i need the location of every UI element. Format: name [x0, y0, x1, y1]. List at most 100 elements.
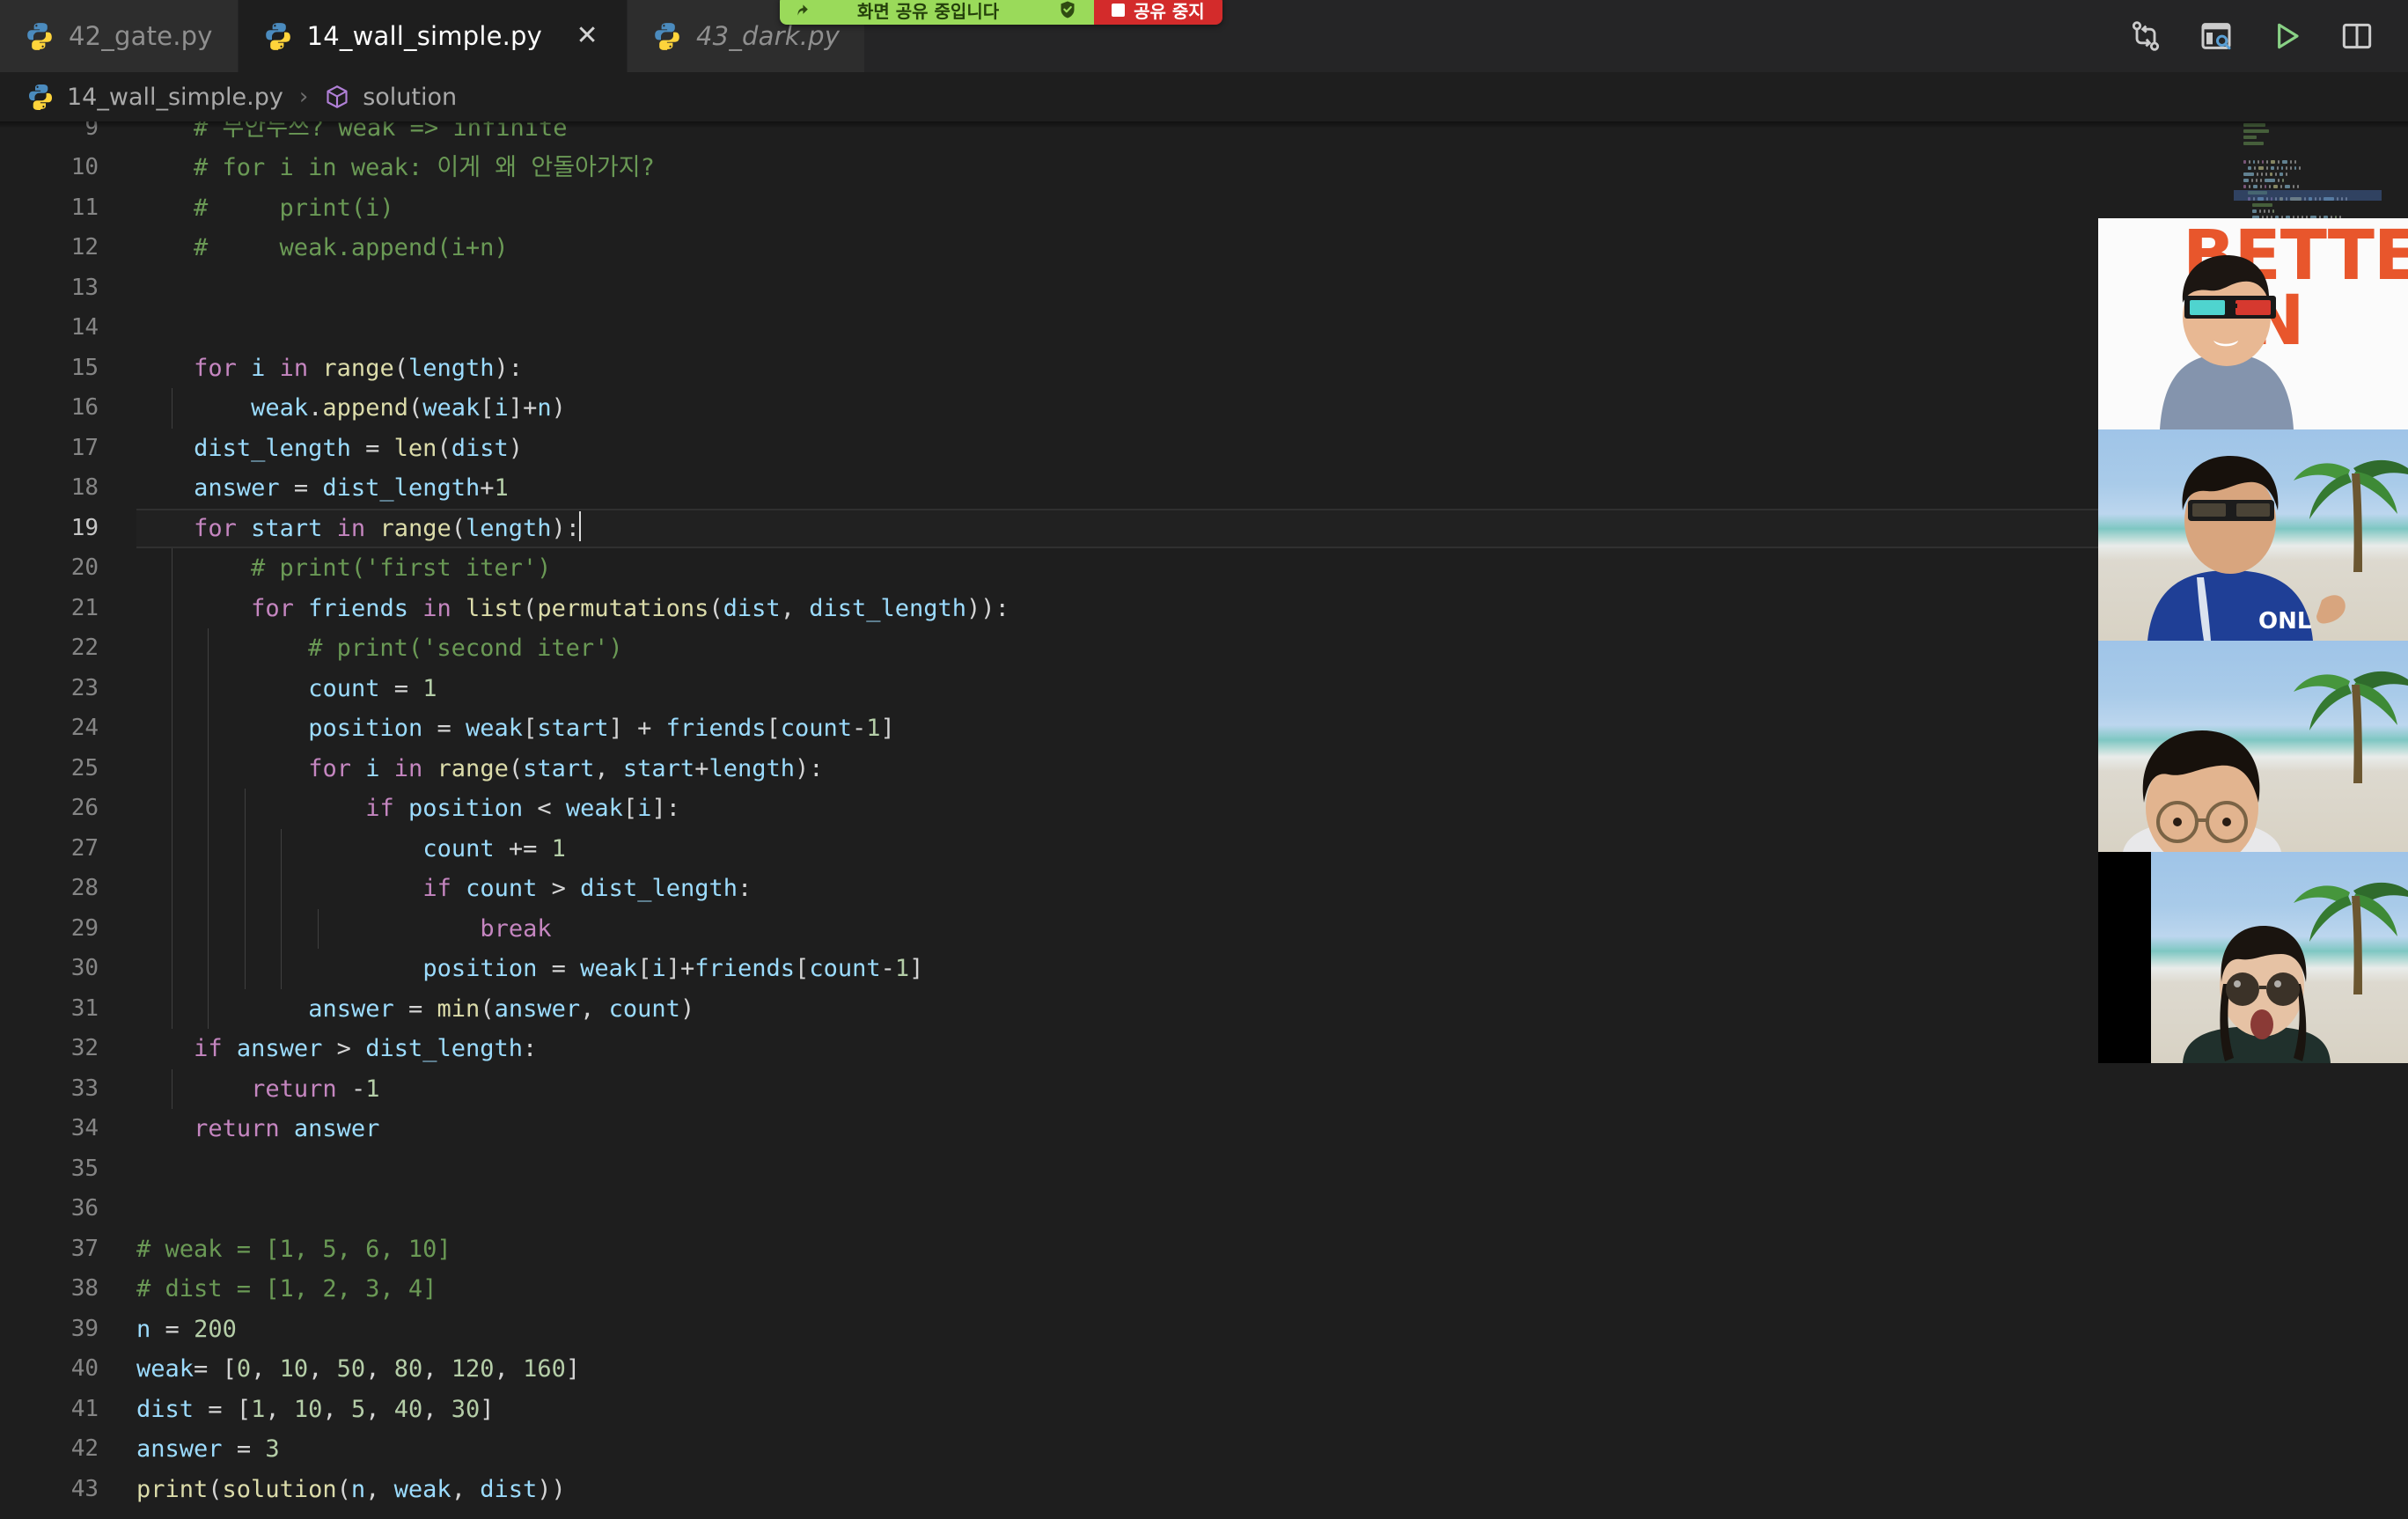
- line-content[interactable]: count = 1: [136, 669, 437, 709]
- line-content[interactable]: if answer > dist_length:: [136, 1029, 537, 1069]
- code-line[interactable]: 39 n = 200: [0, 1310, 2408, 1350]
- run-python-file-icon[interactable]: [2269, 18, 2304, 54]
- code-line[interactable]: 42 answer = 3: [0, 1429, 2408, 1470]
- minimap-line: [2234, 165, 2382, 171]
- line-content[interactable]: break: [136, 909, 551, 950]
- code-line[interactable]: 28 if count > dist_length:: [0, 869, 2408, 909]
- minimap-slider[interactable]: [2234, 190, 2382, 201]
- participant-figure: ONL: [2147, 456, 2346, 641]
- code-line[interactable]: 22 # print('second iter'): [0, 628, 2408, 669]
- line-content[interactable]: if count > dist_length:: [136, 869, 752, 909]
- code-line[interactable]: 36: [0, 1189, 2408, 1229]
- code-line[interactable]: 18 answer = dist_length+1: [0, 468, 2408, 509]
- breadcrumb-symbol[interactable]: solution: [363, 84, 457, 111]
- video-tile-2[interactable]: ONL: [2098, 429, 2408, 641]
- split-editor-icon[interactable]: [2339, 18, 2375, 54]
- python-icon: [27, 23, 52, 50]
- code-line[interactable]: 27 count += 1: [0, 828, 2408, 870]
- line-number: 25: [70, 754, 99, 782]
- line-number: 10: [70, 154, 99, 180]
- code-line[interactable]: 15 for i in range(length):: [0, 349, 2408, 389]
- code-line[interactable]: 23 count = 1: [0, 668, 2408, 709]
- line-content[interactable]: answer = min(answer, count): [136, 989, 694, 1030]
- code-line[interactable]: 38 # dist = [1, 2, 3, 4]: [0, 1269, 2408, 1310]
- tab-42_gate-py[interactable]: 42_gate.py: [0, 0, 239, 72]
- line-number: 23: [70, 674, 99, 701]
- line-content[interactable]: count += 1: [136, 829, 566, 870]
- line-content[interactable]: # print('second iter'): [136, 628, 623, 669]
- line-content[interactable]: for i in range(length):: [136, 349, 523, 389]
- tab-14_wall_simple-py[interactable]: 14_wall_simple.py ✕: [238, 0, 628, 72]
- line-content[interactable]: weak.append(weak[i]+n): [136, 388, 566, 429]
- code-line[interactable]: 37 # weak = [1, 5, 6, 10]: [0, 1229, 2408, 1270]
- code-line[interactable]: 29 break: [0, 908, 2408, 950]
- code-line[interactable]: 40 weak= [0, 10, 50, 80, 120, 160]: [0, 1349, 2408, 1390]
- video-call-tiles: BETTER AN: [2098, 218, 2408, 1063]
- line-content[interactable]: n = 200: [136, 1310, 237, 1350]
- line-content[interactable]: dist_length = len(dist): [136, 429, 523, 469]
- code-line[interactable]: 25 for i in range(start, start+length):: [0, 748, 2408, 789]
- code-line[interactable]: 33 return -1: [0, 1068, 2408, 1110]
- line-number: 13: [70, 274, 99, 301]
- line-content[interactable]: weak= [0, 10, 50, 80, 120, 160]: [136, 1349, 580, 1390]
- code-line[interactable]: 13: [0, 268, 2408, 309]
- line-content[interactable]: return answer: [136, 1109, 379, 1149]
- code-line[interactable]: 26 if position < weak[i]:: [0, 789, 2408, 829]
- code-line[interactable]: 14: [0, 308, 2408, 349]
- line-content[interactable]: # weak.append(i+n): [136, 228, 509, 268]
- line-number: 32: [70, 1035, 99, 1061]
- line-content[interactable]: position = weak[start] + friends[count-1…: [136, 708, 895, 749]
- code-line[interactable]: 41 dist = [1, 10, 5, 40, 30]: [0, 1390, 2408, 1430]
- close-icon[interactable]: ✕: [572, 21, 602, 51]
- minimap-line: [2234, 202, 2382, 208]
- line-number: 24: [70, 715, 99, 741]
- code-line[interactable]: 34 return answer: [0, 1109, 2408, 1149]
- compare-changes-icon[interactable]: [2128, 18, 2163, 54]
- line-content[interactable]: answer = dist_length+1: [136, 468, 509, 509]
- line-number: 42: [70, 1435, 99, 1462]
- line-number: 43: [70, 1475, 99, 1502]
- code-line[interactable]: 24 position = weak[start] + friends[coun…: [0, 708, 2408, 749]
- line-content[interactable]: position = weak[i]+friends[count-1]: [136, 949, 923, 989]
- code-line[interactable]: 35: [0, 1149, 2408, 1190]
- line-content[interactable]: # weak = [1, 5, 6, 10]: [136, 1229, 452, 1270]
- code-line[interactable]: 19 for start in range(length):: [0, 508, 2408, 549]
- line-content[interactable]: print(solution(n, weak, dist)): [136, 1470, 566, 1510]
- line-content[interactable]: for start in range(length):: [136, 509, 582, 549]
- code-editor[interactable]: 9 # 무안누쓰? weak => infinite 10 # for i in …: [0, 121, 2408, 1519]
- code-line[interactable]: 32 if answer > dist_length:: [0, 1029, 2408, 1069]
- line-content[interactable]: dist = [1, 10, 5, 40, 30]: [136, 1390, 495, 1430]
- line-content[interactable]: # print('first iter'): [136, 548, 551, 589]
- line-content[interactable]: # for i in weak: 이게 왜 안돌아가지?: [136, 148, 655, 188]
- line-content[interactable]: if position < weak[i]:: [136, 789, 680, 829]
- minimap-line: [2234, 183, 2382, 189]
- line-content[interactable]: # print(i): [136, 188, 394, 229]
- code-line[interactable]: 20 # print('first iter'): [0, 548, 2408, 589]
- code-line[interactable]: 16 weak.append(weak[i]+n): [0, 388, 2408, 429]
- line-content[interactable]: return -1: [136, 1069, 379, 1110]
- line-content[interactable]: # dist = [1, 2, 3, 4]: [136, 1269, 437, 1310]
- code-line[interactable]: 31 answer = min(answer, count): [0, 988, 2408, 1030]
- video-tile-4[interactable]: [2098, 852, 2408, 1063]
- open-changes-panel-icon[interactable]: [2199, 18, 2234, 54]
- line-number: 31: [70, 994, 99, 1022]
- line-content[interactable]: for i in range(start, start+length):: [136, 749, 823, 789]
- breadcrumb-file[interactable]: 14_wall_simple.py: [67, 84, 283, 111]
- code-line[interactable]: 21 for friends in list(permutations(dist…: [0, 588, 2408, 629]
- scroll-shadow: [0, 121, 2408, 128]
- line-content[interactable]: answer = 3: [136, 1429, 280, 1470]
- code-line[interactable]: 30 position = weak[i]+friends[count-1]: [0, 949, 2408, 989]
- line-number: 20: [70, 554, 99, 581]
- line-number: 21: [70, 594, 99, 621]
- code-line[interactable]: 17 dist_length = len(dist): [0, 429, 2408, 469]
- code-line[interactable]: 10 # for i in weak: 이게 왜 안돌아가지?: [0, 148, 2408, 188]
- video-tile-1[interactable]: BETTER AN: [2098, 218, 2408, 429]
- code-line[interactable]: 12 # weak.append(i+n): [0, 228, 2408, 268]
- video-tile-3[interactable]: [2098, 641, 2408, 852]
- line-content[interactable]: for friends in list(permutations(dist, d…: [136, 589, 1009, 629]
- line-number: 29: [70, 914, 99, 942]
- code-lines[interactable]: 9 # 무안누쓰? weak => infinite 10 # for i in …: [0, 121, 2408, 1519]
- stop-sharing-button[interactable]: 공유 중지: [1094, 0, 1222, 25]
- code-line[interactable]: 11 # print(i): [0, 188, 2408, 229]
- code-line[interactable]: 43 print(solution(n, weak, dist)): [0, 1470, 2408, 1510]
